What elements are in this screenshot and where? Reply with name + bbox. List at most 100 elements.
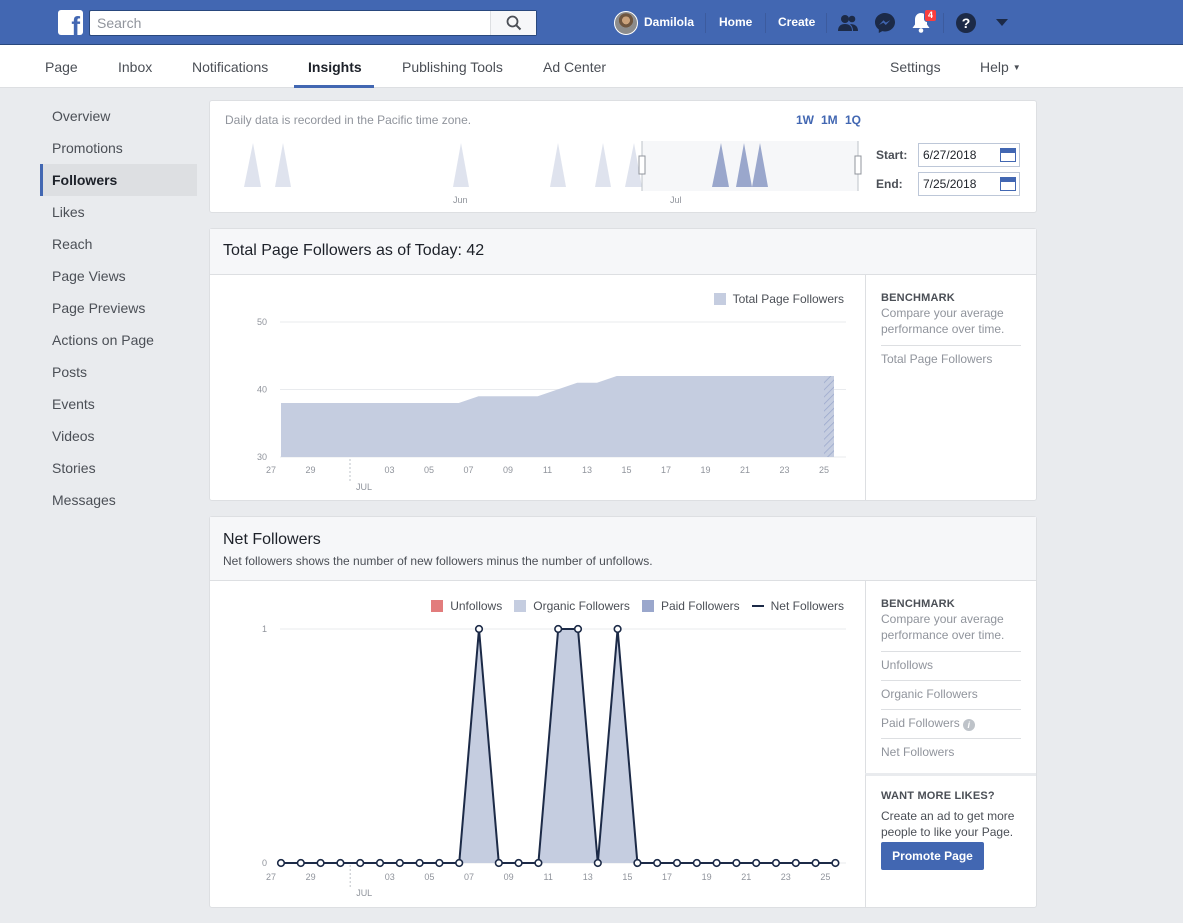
benchmark-heading: BENCHMARK <box>881 598 955 610</box>
total-followers-chart: 30 40 50 27 29 03 05 07 09 11 13 15 17 19 21 23 25 JUL <box>257 317 846 492</box>
create-link[interactable]: Create <box>778 15 815 29</box>
x-tick-label: 05 <box>424 465 434 475</box>
today-partial-bar <box>824 376 834 457</box>
profile-link[interactable]: Damilola <box>644 15 694 29</box>
benchmark-item-net-followers[interactable]: Net Followers <box>881 738 1021 766</box>
net-followers-point <box>653 858 662 868</box>
timeline-spike <box>453 143 469 187</box>
x-tick-label: 17 <box>661 465 671 475</box>
x-tick-label: 03 <box>384 465 394 475</box>
x-tick-label: 15 <box>622 872 632 882</box>
timezone-note: Daily data is recorded in the Pacific ti… <box>225 113 472 127</box>
sidebar-item-stories[interactable]: Stories <box>40 452 197 484</box>
help-icon[interactable]: ? <box>954 11 978 35</box>
series-area-organic-followers <box>281 629 836 863</box>
end-date-field[interactable]: 7/25/2018 <box>918 172 1020 196</box>
benchmark-panel: BENCHMARK Compare your average performan… <box>865 275 1036 501</box>
search-input[interactable] <box>90 11 490 35</box>
net-followers-point <box>435 858 444 868</box>
net-followers-point <box>573 624 583 634</box>
tab-ad-center[interactable]: Ad Center <box>543 59 606 75</box>
promote-page-button[interactable]: Promote Page <box>881 842 984 870</box>
calendar-icon[interactable] <box>1000 177 1016 191</box>
benchmark-panel: BENCHMARK Compare your average performan… <box>865 581 1036 773</box>
x-tick-label: 15 <box>621 465 631 475</box>
search-button[interactable] <box>490 11 536 35</box>
sidebar-item-videos[interactable]: Videos <box>40 420 197 452</box>
calendar-icon[interactable] <box>1000 148 1016 162</box>
x-tick-label: 29 <box>306 872 316 882</box>
y-tick-label: 30 <box>257 452 267 462</box>
net-followers-card: Net Followers Net followers shows the nu… <box>209 516 1037 908</box>
sidebar-item-likes[interactable]: Likes <box>40 196 197 228</box>
x-tick-label: 09 <box>504 872 514 882</box>
net-followers-point <box>375 858 385 868</box>
range-1w-button[interactable]: 1W <box>796 113 814 127</box>
timeline-label-jun: Jun <box>453 195 468 205</box>
net-followers-point <box>474 624 484 634</box>
home-link[interactable]: Home <box>719 15 752 29</box>
range-end-handle[interactable] <box>854 155 862 175</box>
net-followers-point <box>514 858 523 868</box>
x-tick-label: 11 <box>543 465 552 475</box>
x-tick-label: 03 <box>385 872 395 882</box>
x-tick-label: 07 <box>463 465 473 475</box>
timeline-spike <box>595 143 611 187</box>
account-menu-chevron-down-icon[interactable] <box>990 11 1014 35</box>
x-tick-label: 21 <box>740 465 750 475</box>
x-tick-label: 23 <box>779 465 789 475</box>
x-month-label: JUL <box>356 888 372 898</box>
sidebar-item-reach[interactable]: Reach <box>40 228 197 260</box>
x-tick-label: 25 <box>820 872 830 882</box>
start-date-label: Start: <box>876 148 908 162</box>
range-1m-button[interactable]: 1M <box>821 113 838 127</box>
avatar[interactable] <box>614 11 638 35</box>
benchmark-item-unfollows[interactable]: Unfollows <box>881 651 1021 679</box>
sidebar-item-overview[interactable]: Overview <box>40 100 197 132</box>
top-navigation-bar: f Damilola Home Create 4 ? <box>0 0 1183 45</box>
facebook-logo-icon[interactable]: f <box>58 10 83 35</box>
range-start-handle[interactable] <box>638 155 646 175</box>
sidebar-item-promotions[interactable]: Promotions <box>40 132 197 164</box>
benchmark-item-paid-followers[interactable]: Paid Followers i <box>881 709 1021 737</box>
sidebar-item-events[interactable]: Events <box>40 388 197 420</box>
tab-inbox[interactable]: Inbox <box>118 59 152 75</box>
net-followers-point <box>633 858 642 868</box>
messenger-icon[interactable] <box>873 11 897 35</box>
friend-requests-icon[interactable] <box>836 11 860 35</box>
sidebar-item-page-views[interactable]: Page Views <box>40 260 197 292</box>
start-date-value: 6/27/2018 <box>923 148 977 162</box>
start-date-field[interactable]: 6/27/2018 <box>918 143 1020 167</box>
help-menu[interactable]: Help ▼ <box>980 59 1021 75</box>
benchmark-item-organic-followers[interactable]: Organic Followers <box>881 680 1021 708</box>
tab-insights[interactable]: Insights <box>308 59 362 75</box>
range-1q-button[interactable]: 1Q <box>845 113 861 127</box>
net-followers-point <box>415 858 424 868</box>
caret-down-icon: ▼ <box>1012 63 1021 72</box>
tab-notifications[interactable]: Notifications <box>192 59 268 75</box>
insights-sidebar: Overview Promotions Followers Likes Reac… <box>40 100 197 516</box>
benchmark-item-total-page-followers[interactable]: Total Page Followers <box>881 345 1021 373</box>
sidebar-item-actions-on-page[interactable]: Actions on Page <box>40 324 197 356</box>
benchmark-heading: BENCHMARK <box>881 292 955 304</box>
timeline-label-jul: Jul <box>670 195 682 205</box>
info-icon[interactable]: i <box>962 719 975 731</box>
x-tick-label: 13 <box>583 872 593 882</box>
x-tick-label: 29 <box>305 465 315 475</box>
net-followers-point <box>336 858 345 868</box>
tab-publishing-tools[interactable]: Publishing Tools <box>402 59 503 75</box>
sidebar-item-page-previews[interactable]: Page Previews <box>40 292 197 324</box>
x-tick-label: 27 <box>266 872 276 882</box>
sidebar-item-posts[interactable]: Posts <box>40 356 197 388</box>
sidebar-item-messages[interactable]: Messages <box>40 484 197 516</box>
tab-page[interactable]: Page <box>45 59 78 75</box>
settings-link[interactable]: Settings <box>890 59 941 75</box>
x-tick-label: 17 <box>662 872 672 882</box>
sidebar-item-followers[interactable]: Followers <box>40 164 197 196</box>
x-tick-label: 23 <box>781 872 791 882</box>
net-followers-title: Net Followers <box>223 531 321 548</box>
timeline-scrubber[interactable]: Jun Jul <box>210 131 870 211</box>
total-followers-card: Total Page Followers as of Today: 42 Tot… <box>209 228 1037 501</box>
net-followers-point <box>732 858 741 868</box>
x-tick-label: 13 <box>582 465 592 475</box>
